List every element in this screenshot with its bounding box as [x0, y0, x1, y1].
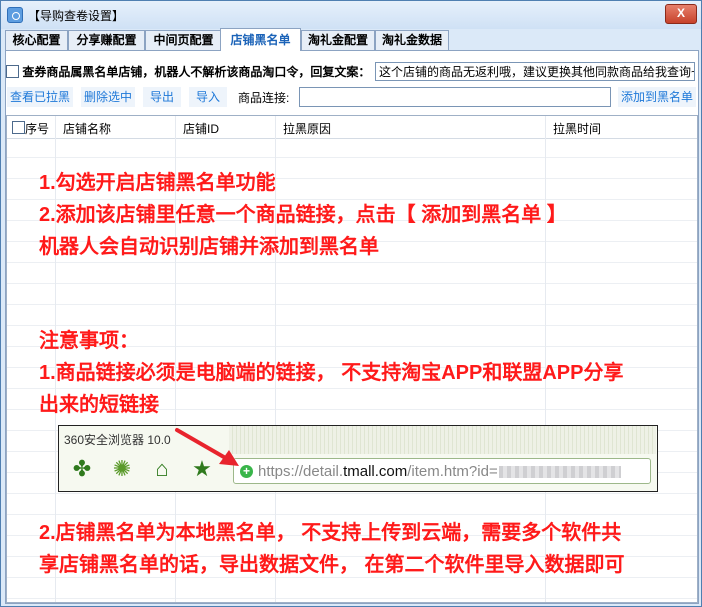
- blacklist-enable-checkbox[interactable]: [6, 65, 19, 78]
- column-header-shop-name[interactable]: 店铺名称: [63, 120, 111, 137]
- note-2-line-a: 2.店铺黑名单为本地黑名单， 不支持上传到云端，需要多个软件共: [39, 522, 622, 544]
- tab-shop-blacklist[interactable]: 店铺黑名单: [220, 28, 301, 51]
- close-button[interactable]: X: [665, 4, 697, 24]
- example-url: https://detail.tmall.com/item.htm?id=: [258, 463, 498, 480]
- leaf-icon: ✤: [72, 456, 92, 481]
- column-header-index[interactable]: 序号: [25, 120, 49, 137]
- instruction-line-2: 2.添加该店铺里任意一个商品链接，点击【 添加到黑名单 】: [39, 204, 567, 226]
- blacklist-option[interactable]: 查券商品属黑名单店铺，机器人不解析该商品淘口令，回复文案：: [6, 63, 370, 81]
- settings-window: 【导购查卷设置】 X 核心配置 分享赚配置 中间页配置 店铺黑名单 淘礼金配置 …: [0, 0, 702, 607]
- tab-taolijin-data[interactable]: 淘礼金数据: [375, 30, 449, 50]
- browser-example-image: 360安全浏览器 10.0 ✤ ✺ ⌂ ★ + https://detail.t…: [58, 425, 658, 492]
- reply-text-input[interactable]: 这个店铺的商品无返利哦，建议更换其他同款商品给我查询~: [375, 62, 695, 81]
- select-all-checkbox[interactable]: [12, 121, 25, 134]
- product-link-input[interactable]: [299, 87, 611, 107]
- table-header: 序号 店铺名称 店铺ID 拉黑原因 拉黑时间: [7, 116, 697, 139]
- note-2-line-b: 享店铺黑名单的话，导出数据文件， 在第二个软件里导入数据即可: [39, 554, 625, 576]
- window-title: 【导购查卷设置】: [28, 9, 125, 23]
- export-button[interactable]: 导出: [143, 87, 181, 107]
- address-bar: + https://detail.tmall.com/item.htm?id=: [233, 458, 651, 484]
- tab-core-config[interactable]: 核心配置: [5, 30, 68, 50]
- view-blacklisted-button[interactable]: 查看已拉黑: [7, 87, 73, 107]
- note-1-line-b: 出来的短链接: [39, 394, 159, 416]
- column-header-shop-id[interactable]: 店铺ID: [183, 120, 219, 137]
- browser-toolbar-texture: [229, 426, 656, 454]
- column-header-time[interactable]: 拉黑时间: [553, 120, 601, 137]
- product-link-label: 商品连接:: [238, 91, 290, 105]
- sun-icon: ✺: [112, 456, 132, 481]
- tab-share-config[interactable]: 分享赚配置: [68, 30, 145, 50]
- instruction-line-3: 机器人会自动识别店铺并添加到黑名单: [39, 236, 379, 258]
- instruction-line-1: 1.勾选开启店铺黑名单功能: [39, 172, 276, 194]
- import-button[interactable]: 导入: [189, 87, 227, 107]
- note-title: 注意事项：: [39, 330, 139, 352]
- tab-middle-page-config[interactable]: 中间页配置: [145, 30, 222, 50]
- blurred-item-id: [499, 466, 621, 478]
- note-1-line-a: 1.商品链接必须是电脑端的链接， 不支持淘宝APP和联盟APP分享: [39, 362, 624, 384]
- delete-selected-button[interactable]: 删除选中: [81, 87, 135, 107]
- blacklist-option-label: 查券商品属黑名单店铺，机器人不解析该商品淘口令，回复文案：: [22, 65, 371, 79]
- arrow-icon: [175, 428, 239, 466]
- tab-taolijin-config[interactable]: 淘礼金配置: [301, 30, 375, 50]
- title-bar[interactable]: 【导购查卷设置】 X: [1, 1, 701, 29]
- add-to-blacklist-button[interactable]: 添加到黑名单: [618, 87, 696, 107]
- browser-name: 360安全浏览器 10.0: [64, 433, 171, 447]
- column-header-reason[interactable]: 拉黑原因: [283, 120, 331, 137]
- app-icon: [7, 7, 23, 23]
